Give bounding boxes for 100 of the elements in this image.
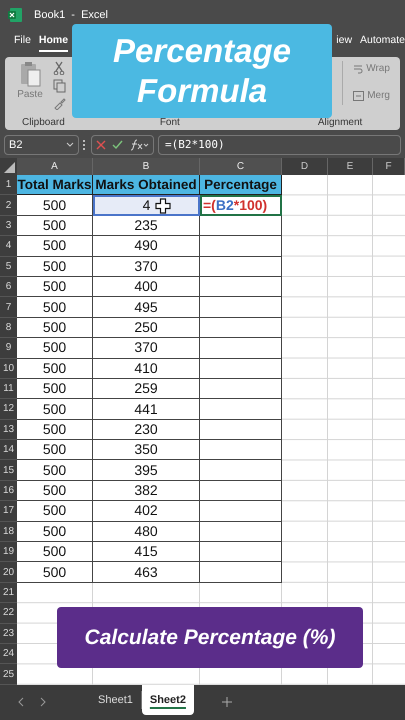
table-cell[interactable]: 410 xyxy=(93,358,200,379)
table-cell[interactable]: 463 xyxy=(93,562,200,583)
table-cell[interactable]: 500 xyxy=(17,480,93,502)
table-cell[interactable]: 490 xyxy=(93,236,200,257)
table-cell[interactable]: 415 xyxy=(93,542,200,562)
table-cell[interactable]: 402 xyxy=(93,501,200,522)
window-title: Book1 - Excel xyxy=(34,8,108,23)
table-cell[interactable] xyxy=(200,522,282,542)
table-cell[interactable]: 500 xyxy=(17,378,93,400)
table-cell[interactable]: 500 xyxy=(17,195,93,216)
table-cell[interactable]: 500 xyxy=(17,318,93,338)
chevron-left-icon xyxy=(18,697,24,708)
table-cell[interactable]: 500 xyxy=(17,338,93,359)
table-cell[interactable]: 500 xyxy=(17,358,93,379)
row-number: 6 xyxy=(0,276,17,298)
table-cell[interactable]: 441 xyxy=(93,399,200,420)
row-number: 25 xyxy=(0,664,17,685)
table-cell[interactable]: 4 xyxy=(93,195,200,216)
table-cell[interactable]: 500 xyxy=(17,276,93,298)
table-cell[interactable]: 500 xyxy=(17,522,93,542)
table-cell[interactable]: 250 xyxy=(93,318,200,338)
table-cell[interactable]: 235 xyxy=(93,216,200,236)
scissors-icon[interactable] xyxy=(53,61,65,75)
row-number: 13 xyxy=(0,420,17,440)
table-cell[interactable]: 230 xyxy=(93,420,200,440)
cell-value: 370 xyxy=(134,256,158,276)
table-cell[interactable] xyxy=(200,256,282,277)
add-sheet-icon[interactable] xyxy=(222,697,232,708)
table-cell[interactable]: 500 xyxy=(17,501,93,522)
table-cell[interactable]: 370 xyxy=(93,256,200,277)
table-cell[interactable] xyxy=(200,378,282,400)
menu-tab[interactable]: Home xyxy=(38,33,68,52)
column-header[interactable]: C xyxy=(200,158,282,175)
table-cell[interactable]: Total Marks xyxy=(17,175,93,196)
row-number: 8 xyxy=(0,318,17,338)
row-number: 9 xyxy=(0,338,17,359)
spreadsheet-logo-icon xyxy=(8,8,22,22)
table-cell[interactable]: 395 xyxy=(93,460,200,481)
cell-value: 500 xyxy=(42,338,66,358)
formula-field[interactable]: =(B2*100) xyxy=(158,135,401,155)
column-header[interactable]: B xyxy=(93,158,200,175)
column-title: Percentage xyxy=(204,176,277,194)
table-cell[interactable]: 500 xyxy=(17,216,93,236)
table-cell[interactable]: 495 xyxy=(93,297,200,318)
table-cell[interactable]: 500 xyxy=(17,562,93,583)
name-box[interactable]: B2 xyxy=(4,135,79,155)
row-number: 7 xyxy=(0,297,17,318)
column-header[interactable]: A xyxy=(17,158,93,175)
table-cell[interactable] xyxy=(200,501,282,522)
table-cell[interactable]: 480 xyxy=(93,522,200,542)
brush-icon[interactable] xyxy=(53,97,66,110)
table-cell[interactable]: 370 xyxy=(93,338,200,359)
wrap-icon xyxy=(353,64,364,74)
cell-value: 490 xyxy=(134,236,158,256)
table-cell[interactable]: 400 xyxy=(93,276,200,298)
table-cell[interactable]: 500 xyxy=(17,440,93,460)
cell-value: 250 xyxy=(134,318,158,337)
table-cell[interactable] xyxy=(200,542,282,562)
row-number: 21 xyxy=(0,582,17,604)
table-cell[interactable] xyxy=(200,216,282,236)
table-cell[interactable] xyxy=(200,480,282,502)
table-cell[interactable]: 350 xyxy=(93,440,200,460)
table-cell[interactable]: 500 xyxy=(17,542,93,562)
table-cell[interactable]: Percentage xyxy=(200,175,282,196)
menu-tab[interactable]: File xyxy=(14,33,31,52)
table-cell[interactable] xyxy=(200,460,282,481)
table-cell[interactable] xyxy=(200,276,282,298)
cell-value: 500 xyxy=(42,318,66,337)
table-cell[interactable] xyxy=(200,318,282,338)
row-number: 12 xyxy=(0,399,17,420)
table-cell[interactable]: 500 xyxy=(17,420,93,440)
table-cell[interactable] xyxy=(200,562,282,583)
table-cell[interactable] xyxy=(200,358,282,379)
menu-tab[interactable]: iew xyxy=(334,33,352,52)
group-label: Clipboard xyxy=(22,116,65,130)
row-number: 18 xyxy=(0,522,17,542)
function-icon[interactable] xyxy=(129,139,149,151)
group-label: Font xyxy=(160,116,180,130)
cell-value: 500 xyxy=(42,358,66,378)
row-number: 20 xyxy=(0,562,17,583)
table-cell[interactable]: 259 xyxy=(93,378,200,400)
table-cell[interactable]: 500 xyxy=(17,297,93,318)
table-cell[interactable]: 500 xyxy=(17,460,93,481)
table-cell[interactable] xyxy=(200,420,282,440)
table-cell[interactable]: =(B2*100) xyxy=(200,195,282,216)
table-cell[interactable] xyxy=(200,440,282,460)
check-icon[interactable] xyxy=(112,140,123,150)
cell-value: 500 xyxy=(42,236,66,256)
table-cell[interactable] xyxy=(200,236,282,257)
table-cell[interactable]: 500 xyxy=(17,256,93,277)
table-cell[interactable]: 500 xyxy=(17,236,93,257)
cell-value: 400 xyxy=(134,277,158,296)
menu-tab[interactable]: Automate xyxy=(360,33,405,52)
table-cell[interactable] xyxy=(200,338,282,359)
sheet-tab[interactable]: Sheet2 xyxy=(142,684,194,715)
copy-icon[interactable] xyxy=(53,79,66,93)
table-cell[interactable]: 500 xyxy=(17,399,93,420)
table-cell[interactable]: 382 xyxy=(93,480,200,502)
table-cell[interactable] xyxy=(200,399,282,420)
table-cell[interactable] xyxy=(200,297,282,318)
